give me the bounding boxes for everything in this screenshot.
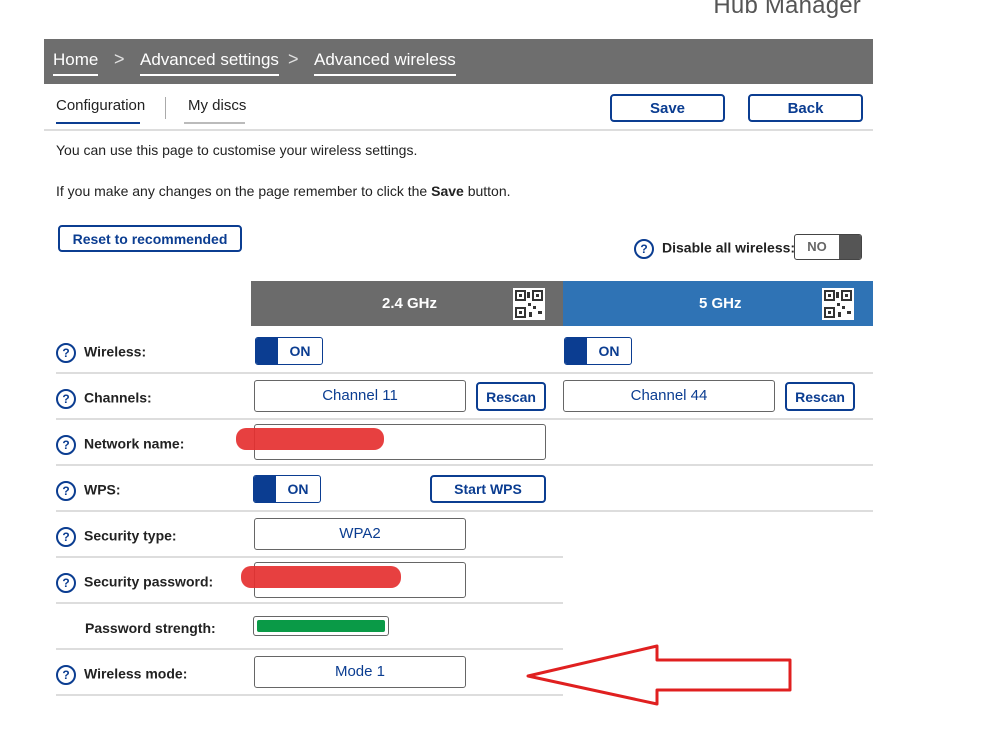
row-label-text: Network name:: [84, 435, 185, 452]
row-divider: [56, 464, 873, 466]
save-reminder-pre: If you make any changes on the page reme…: [56, 183, 432, 199]
row-label-security-password: ? Security password:: [56, 573, 213, 593]
wps-toggle[interactable]: ON: [253, 475, 321, 503]
channel-24ghz-select[interactable]: Channel 11: [254, 380, 466, 412]
column-header-5ghz: 5 GHz: [563, 281, 873, 326]
redaction-scribble: [236, 428, 384, 450]
help-icon[interactable]: ?: [56, 573, 76, 593]
wireless-5ghz-toggle[interactable]: ON: [564, 337, 632, 365]
security-type-select[interactable]: WPA2: [254, 518, 466, 550]
row-label-wps: ? WPS:: [56, 481, 121, 501]
toggle-value: ON: [289, 343, 311, 359]
row-divider: [56, 418, 873, 420]
breadcrumb-advanced-settings[interactable]: Advanced settings: [140, 50, 279, 76]
row-label-text: Security type:: [84, 527, 177, 544]
row-label-security-type: ? Security type:: [56, 527, 177, 547]
app-title: Hub Manager: [713, 0, 861, 19]
row-label-text: Channels:: [84, 389, 152, 406]
row-label-text: Security password:: [84, 573, 214, 590]
channel-5ghz-select[interactable]: Channel 44: [563, 380, 775, 412]
back-button[interactable]: Back: [748, 94, 863, 122]
password-strength-fill: [257, 620, 385, 632]
row-divider: [56, 510, 873, 512]
tab-divider: [165, 97, 166, 119]
help-icon[interactable]: ?: [56, 481, 76, 501]
row-label-network-name: ? Network name:: [56, 435, 184, 455]
row-label-text: Wireless:: [84, 343, 147, 360]
start-wps-button[interactable]: Start WPS: [430, 475, 546, 503]
column-title-5ghz: 5 GHz: [699, 295, 742, 312]
rescan-24ghz-button[interactable]: Rescan: [476, 382, 546, 411]
row-label-channels: ? Channels:: [56, 389, 152, 409]
row-divider: [56, 372, 873, 374]
tab-configuration[interactable]: Configuration: [56, 97, 145, 120]
toggle-knob: [256, 338, 278, 364]
tab-my-discs[interactable]: My discs: [188, 97, 246, 120]
qr-code-icon[interactable]: [822, 288, 854, 320]
header-divider: [44, 129, 873, 131]
help-icon[interactable]: ?: [56, 389, 76, 409]
password-strength-meter: [253, 616, 389, 636]
row-label-text: Wireless mode:: [84, 665, 188, 682]
column-title-24ghz: 2.4 GHz: [382, 295, 438, 312]
disable-all-label: Disable all wireless:: [662, 239, 796, 256]
toggle-knob: [565, 338, 587, 364]
redaction-scribble: [241, 566, 401, 588]
row-label-password-strength: Password strength:: [85, 620, 216, 636]
help-icon[interactable]: ?: [56, 343, 76, 363]
save-reminder-text: If you make any changes on the page reme…: [56, 183, 511, 199]
save-button[interactable]: Save: [610, 94, 725, 122]
breadcrumb-advanced-wireless[interactable]: Advanced wireless: [314, 50, 456, 76]
toggle-value: NO: [807, 239, 827, 254]
wireless-mode-select[interactable]: Mode 1: [254, 656, 466, 688]
row-label-wireless-mode: ? Wireless mode:: [56, 665, 187, 685]
chevron-right-icon: >: [288, 49, 299, 69]
toggle-value: ON: [598, 343, 620, 359]
help-icon[interactable]: ?: [56, 527, 76, 547]
wireless-24ghz-toggle[interactable]: ON: [255, 337, 323, 365]
toggle-knob: [839, 235, 861, 259]
row-divider: [56, 648, 563, 650]
toggle-knob: [254, 476, 276, 502]
tab-active-indicator: [56, 122, 140, 124]
chevron-right-icon: >: [114, 49, 125, 69]
breadcrumb-home[interactable]: Home: [53, 50, 99, 76]
disable-all-wireless-toggle[interactable]: NO: [794, 234, 862, 260]
column-header-24ghz: 2.4 GHz: [251, 281, 563, 326]
save-reminder-bold: Save: [431, 183, 464, 199]
intro-text: You can use this page to customise your …: [56, 142, 418, 158]
disable-all-wireless: ? Disable all wireless:: [634, 239, 795, 259]
save-reminder-post: button.: [463, 183, 511, 199]
row-label-text: WPS:: [84, 481, 121, 498]
row-divider: [56, 602, 563, 604]
breadcrumb: Home > Advanced settings > Advanced wire…: [44, 39, 873, 84]
toggle-value: ON: [287, 481, 309, 497]
annotation-arrow-icon: [526, 644, 792, 706]
row-divider: [56, 694, 563, 696]
help-icon[interactable]: ?: [634, 239, 654, 259]
tab-inactive-indicator: [184, 122, 245, 124]
help-icon[interactable]: ?: [56, 665, 76, 685]
reset-to-recommended-button[interactable]: Reset to recommended: [58, 225, 242, 252]
qr-code-icon[interactable]: [513, 288, 545, 320]
row-label-wireless: ? Wireless:: [56, 343, 146, 363]
row-divider: [56, 556, 563, 558]
rescan-5ghz-button[interactable]: Rescan: [785, 382, 855, 411]
help-icon[interactable]: ?: [56, 435, 76, 455]
